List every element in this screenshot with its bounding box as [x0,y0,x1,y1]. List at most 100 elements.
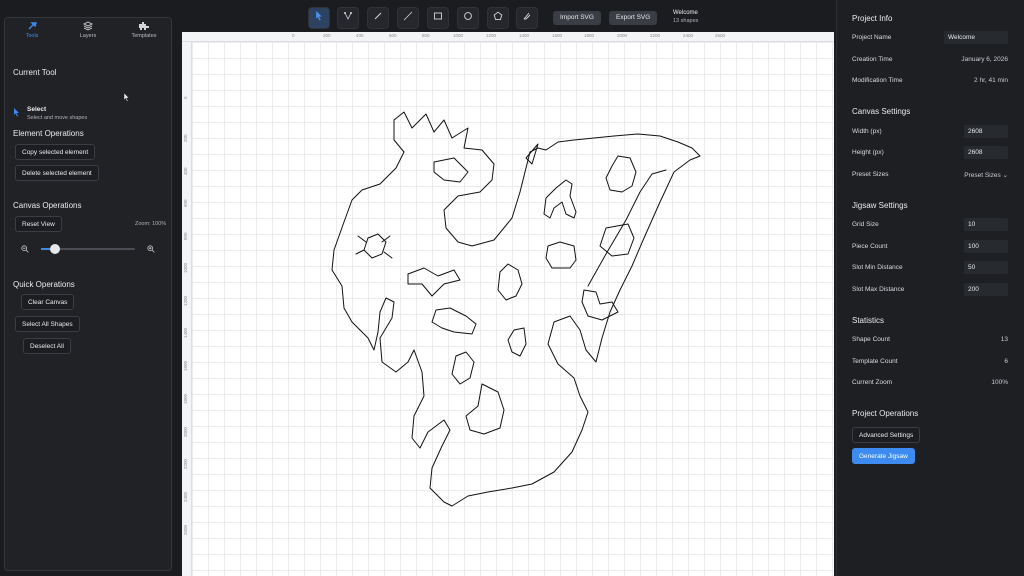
creation-time-label: Creation Time [852,56,893,63]
creation-time-value: January 6, 2026 [961,56,1008,63]
pen-tool-icon [403,11,413,21]
reset-view-button[interactable]: Reset View [15,216,62,232]
slot-max-input[interactable]: 200 [964,283,1008,296]
brush-tool-button[interactable] [516,7,538,29]
polygon-tool-button[interactable] [487,7,509,29]
zoom-label: Zoom: 100% [135,221,167,227]
current-zoom-value: 100% [991,379,1008,386]
bird-shape [507,327,527,357]
export-svg-button[interactable]: Export SVG [609,11,658,25]
templates-icon [117,21,171,32]
preset-sizes-label: Preset Sizes [852,171,889,178]
rectangle-tool-icon [434,12,442,20]
circle-tool-icon [464,12,472,20]
copy-element-button[interactable]: Copy selected element [15,144,96,160]
delete-element-button[interactable]: Delete selected element [15,165,99,181]
zoom-in-icon[interactable] [147,245,155,255]
inner-tail-shape [465,383,505,435]
height-input[interactable]: 2608 [964,146,1008,159]
grid-size-input[interactable]: 10 [964,218,1008,231]
toolbar-shape-count: 13 shapes [673,18,699,24]
polygon-tool-icon [493,11,503,21]
circle-tool-button[interactable] [457,7,479,29]
select-all-button[interactable]: Select All Shapes [15,316,80,332]
tool-name: Select [27,106,47,113]
squirrel-shape [605,155,637,193]
project-operations-title: Project Operations [852,409,919,418]
line-tool-button[interactable] [367,7,389,29]
tool-description: Select and move shapes [27,115,88,121]
shape-count-value: 13 [1000,336,1008,343]
zoom-slider-thumb[interactable] [50,244,60,254]
fox-shape [599,223,635,257]
current-tool: Select Select and move shapes [13,106,163,126]
jigsaw-settings-title: Jigsaw Settings [852,201,908,210]
lion-shape [431,307,477,335]
duck-shape [581,289,619,321]
zoom-out-icon[interactable] [21,245,29,255]
current-zoom-label: Current Zoom [852,379,893,386]
project-info-title: Project Info [852,14,893,23]
drawing-canvas[interactable]: 0 200 400 600 800 1000 1200 1400 1600 18… [182,32,834,576]
app-window: Tools Layers Templates Current Tool Sele… [0,0,1024,576]
brush-tool-icon [523,12,531,20]
tab-templates[interactable]: Templates [117,21,171,43]
cursor-arrow-icon [13,108,20,119]
current-tool-title: Current Tool [13,68,57,77]
modification-time-label: Modification Time [852,77,903,84]
shape-count-label: Shape Count [852,336,890,343]
select-tool-button[interactable] [308,7,330,29]
toolbar-project-name: Welcome [673,10,698,16]
clear-canvas-button[interactable]: Clear Canvas [21,294,75,310]
pen-tool-button[interactable] [397,7,419,29]
left-tabs: Tools Layers Templates [5,18,171,44]
mouse-pointer-icon [123,92,130,104]
template-count-label: Template Count [852,358,898,365]
inner-wing-shape [587,169,667,287]
project-name-label: Project Name [852,34,892,41]
wolf-shape [543,179,577,219]
slot-min-input[interactable]: 50 [964,261,1008,274]
preset-sizes-select[interactable]: Preset Sizes ⌄ [964,171,1008,179]
top-toolbar: Import SVG Export SVG Welcome 13 shapes [300,2,720,30]
hedgehog-shape [497,263,523,301]
quick-operations-title: Quick Operations [13,280,75,289]
tab-layers[interactable]: Layers [61,21,115,43]
tab-tools-label: Tools [25,33,39,39]
width-input[interactable]: 2608 [964,125,1008,138]
tab-tools[interactable]: Tools [5,21,59,43]
select-tool-icon [316,11,322,21]
tab-layers-label: Layers [79,33,97,39]
element-operations-title: Element Operations [13,129,84,138]
piece-count-label: Piece Count [852,243,888,250]
grid-size-label: Grid Size [852,221,879,228]
dragon-outline-shape [331,111,701,507]
octopus-shape [451,351,475,385]
spider-shape [355,233,393,259]
line-tool-icon [374,12,382,20]
tab-templates-label: Templates [131,33,157,39]
node-tool-button[interactable] [337,7,359,29]
template-count-value: 6 [1004,358,1008,365]
generate-jigsaw-button[interactable]: Generate Jigsaw [852,448,915,464]
modification-time-value: 2 hr, 41 min [974,77,1008,84]
width-label: Width (px) [852,128,882,135]
hammer-icon [5,21,59,32]
import-svg-button[interactable]: Import SVG [553,11,601,25]
deselect-all-button[interactable]: Deselect All [23,338,71,354]
dragon-artwork[interactable] [182,32,834,576]
slot-max-label: Slot Max Distance [852,286,905,293]
rectangle-tool-button[interactable] [427,7,449,29]
project-name-input[interactable]: Welcome [944,31,1008,44]
piece-count-input[interactable]: 100 [964,240,1008,253]
advanced-settings-button[interactable]: Advanced Settings [852,427,921,443]
bat-shape [407,267,461,297]
height-label: Height (px) [852,149,884,156]
right-panel: Project Info Project Name Welcome Creati… [836,0,1024,576]
canvas-operations-title: Canvas Operations [13,201,82,210]
feather-shape [433,157,469,183]
left-panel: Tools Layers Templates Current Tool Sele… [4,17,172,571]
layers-icon [61,21,115,32]
canvas-settings-title: Canvas Settings [852,107,911,116]
sheep-shape [545,241,577,269]
